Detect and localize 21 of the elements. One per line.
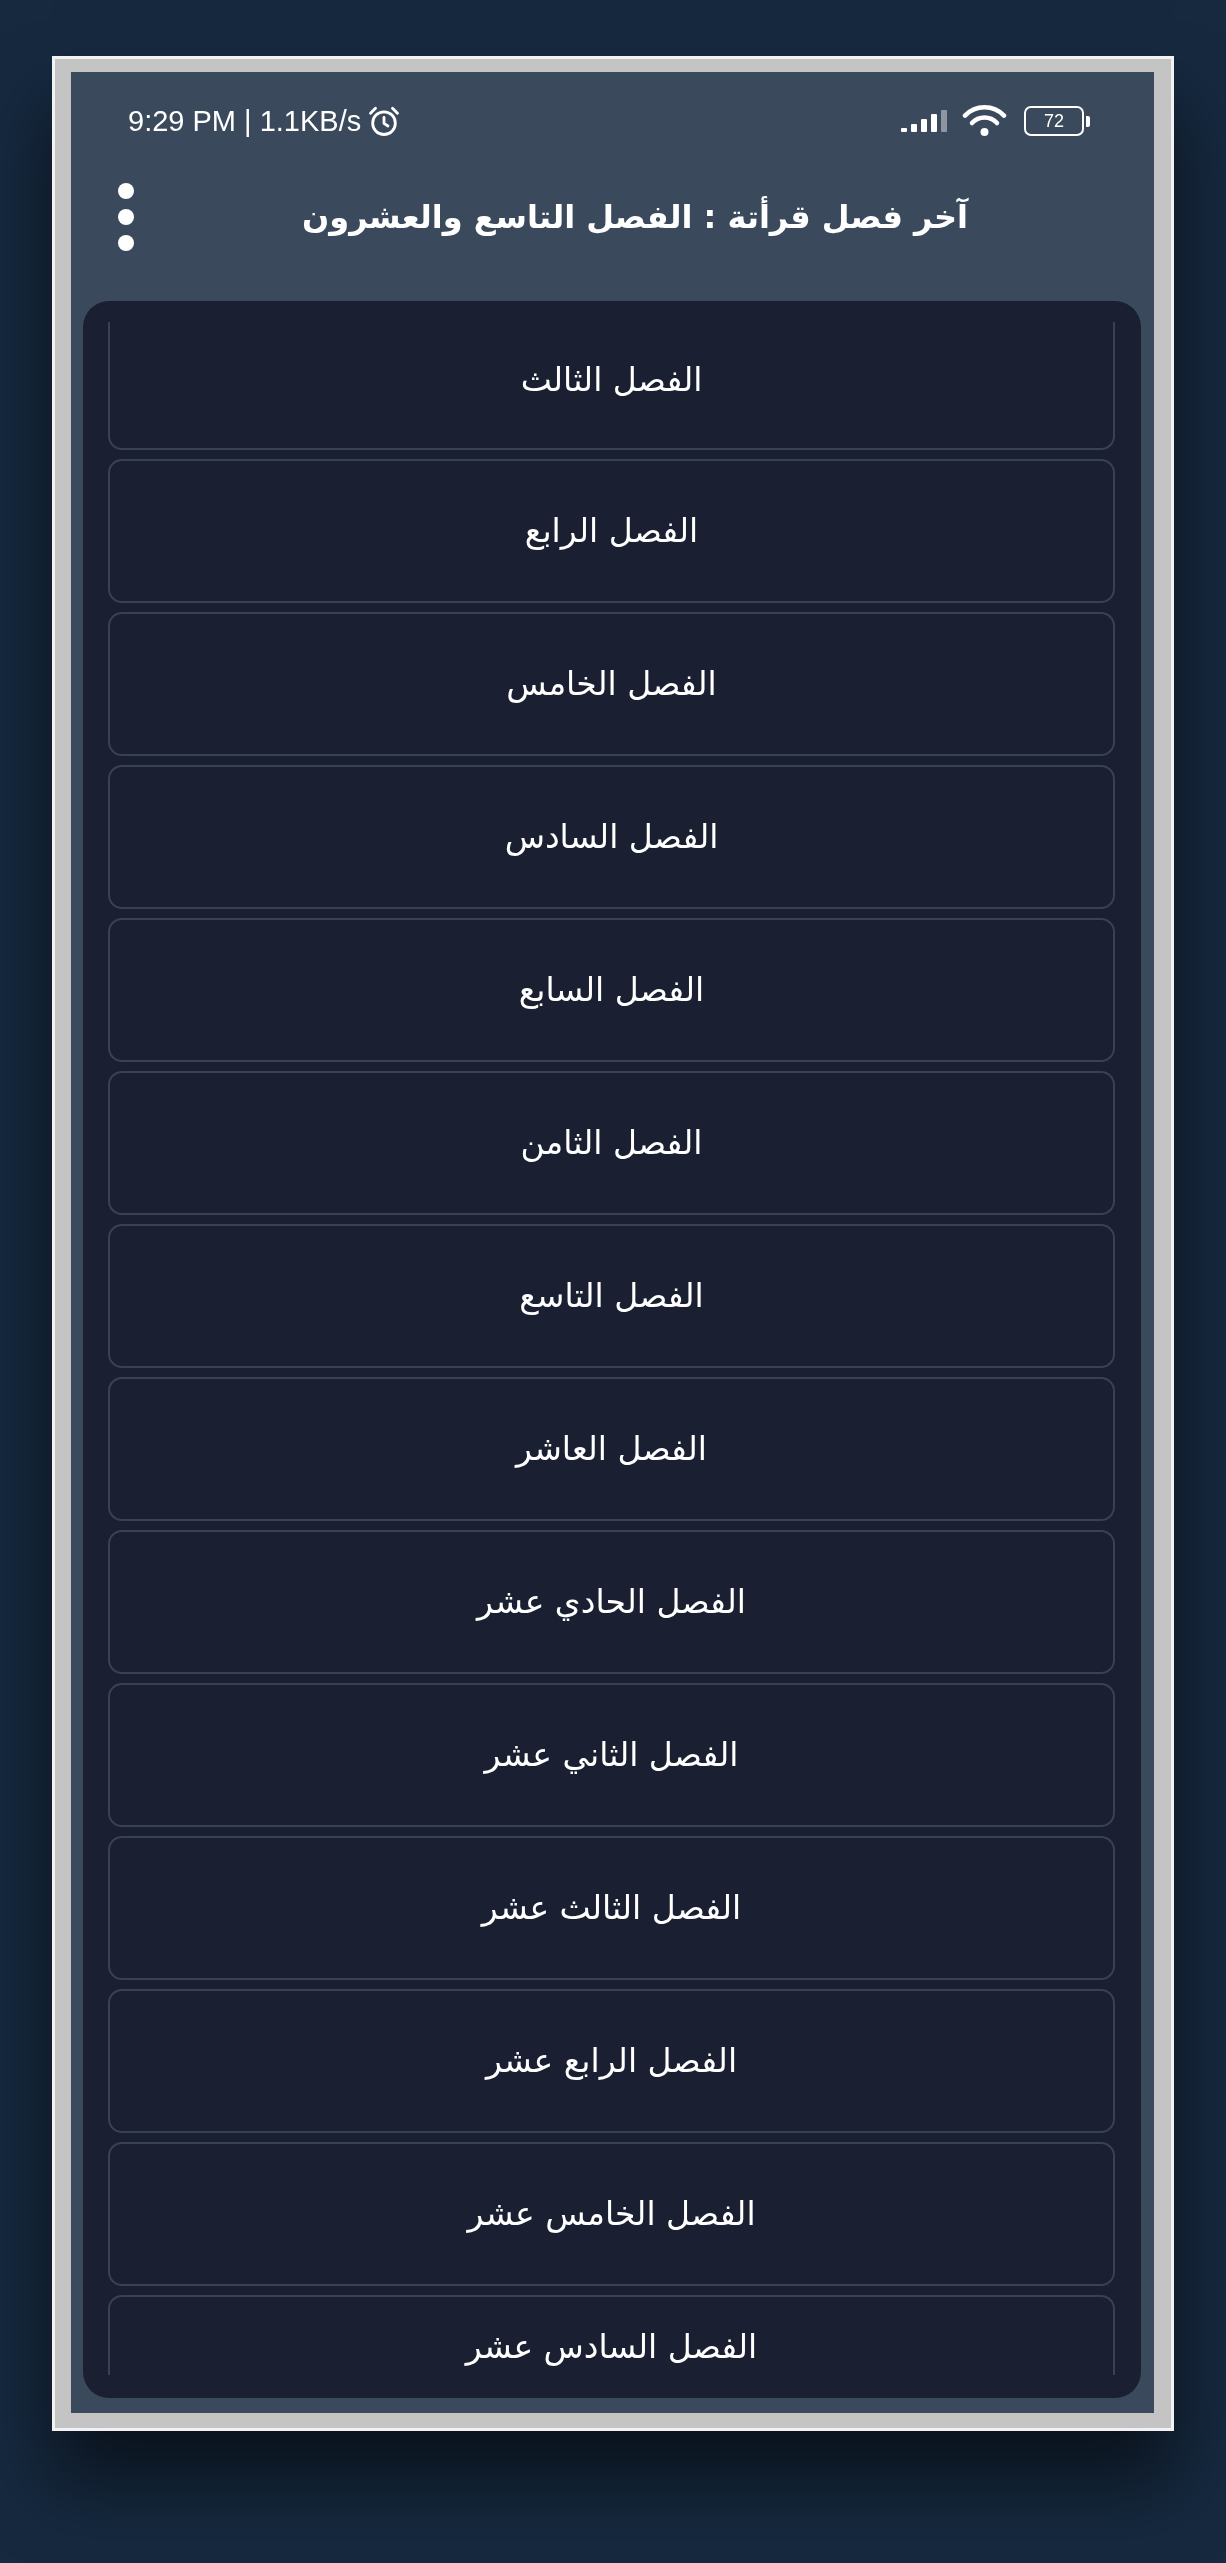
more-options-icon (118, 183, 134, 251)
chapter-item[interactable]: الفصل الحادي عشر (108, 1530, 1115, 1674)
chapter-item[interactable]: الفصل الثالث عشر (108, 1836, 1115, 1980)
chapter-item[interactable]: الفصل السابع (108, 918, 1115, 1062)
chapter-item[interactable]: الفصل الثامن (108, 1071, 1115, 1215)
last-read-title: آخر فصل قرأتة : الفصل التاسع والعشرون (302, 198, 968, 236)
chapter-item[interactable]: الفصل الرابع عشر (108, 1989, 1115, 2133)
chapter-item[interactable]: الفصل التاسع (108, 1224, 1115, 1368)
chapter-item[interactable]: الفصل السادس (108, 765, 1115, 909)
chapter-item[interactable]: الفصل العاشر (108, 1377, 1115, 1521)
chapter-item[interactable]: الفصل السادس عشر (108, 2295, 1115, 2375)
chapter-item[interactable]: الفصل الخامس (108, 612, 1115, 756)
battery-indicator: 72 (1024, 106, 1090, 136)
chapter-item[interactable]: الفصل الرابع (108, 459, 1115, 603)
chapter-item[interactable]: الفصل الثاني عشر (108, 1683, 1115, 1827)
signal-icon (901, 110, 947, 132)
chapter-item[interactable]: الفصل الثالث (108, 322, 1115, 450)
chapter-item[interactable]: الفصل الخامس عشر (108, 2142, 1115, 2286)
status-text: 9:29 PM | 1.1KB/s (128, 106, 362, 136)
alarm-clock-icon (367, 104, 402, 138)
wifi-icon (962, 105, 1007, 137)
